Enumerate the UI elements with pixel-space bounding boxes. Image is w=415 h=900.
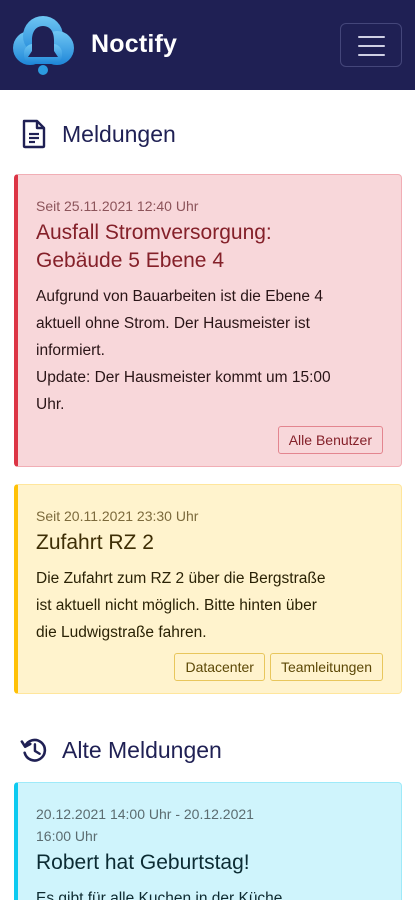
section-title-old: Alte Meldungen (62, 736, 222, 763)
notice-body: Es gibt für alle Kuchen in der Küche (36, 890, 283, 900)
navbar: Noctify (0, 0, 415, 90)
notice-card-access-rz2[interactable]: Seit 20.11.2021 23:30 Uhr Zufahrt RZ 2 D… (14, 484, 402, 694)
section-header-current: Meldungen (20, 116, 176, 152)
notice-title: Robert hat Geburtstag! (36, 851, 250, 874)
hamburger-menu-icon (358, 36, 385, 38)
notice-time: Seit 25.11.2021 12:40 Uhr (36, 198, 199, 214)
tag-badge[interactable]: Alle Benutzer (277, 426, 383, 454)
notice-body: Die Zufahrt zum RZ 2 über die Bergstraße… (36, 570, 326, 641)
notice-tags: Alle Benutzer (277, 426, 383, 454)
notice-time: 20.12.2021 14:00 Uhr - 20.12.2021 16:00 … (36, 806, 254, 844)
notice-card-power-outage[interactable]: Seit 25.11.2021 12:40 Uhr Ausfall Stromv… (14, 174, 402, 467)
menu-toggle-button[interactable] (340, 23, 402, 67)
section-title-current: Meldungen (62, 120, 176, 147)
app-title[interactable]: Noctify (91, 30, 177, 59)
notice-body: Aufgrund von Bauarbeiten ist die Ebene 4… (36, 288, 331, 413)
app-logo[interactable] (10, 14, 76, 80)
notice-title: Ausfall Stromversorgung: Gebäude 5 Ebene… (36, 221, 272, 272)
tag-badge[interactable]: Teamleitungen (269, 653, 383, 681)
notice-tags: Datacenter Teamleitungen (174, 653, 383, 681)
notice-time: Seit 20.11.2021 23:30 Uhr (36, 508, 199, 524)
section-header-old: Alte Meldungen (20, 732, 222, 768)
history-icon (20, 738, 47, 762)
notice-title: Zufahrt RZ 2 (36, 531, 154, 554)
tag-badge[interactable]: Datacenter (174, 653, 265, 681)
document-icon (22, 119, 46, 149)
old-notice-card-birthday[interactable]: 20.12.2021 14:00 Uhr - 20.12.2021 16:00 … (14, 782, 402, 900)
